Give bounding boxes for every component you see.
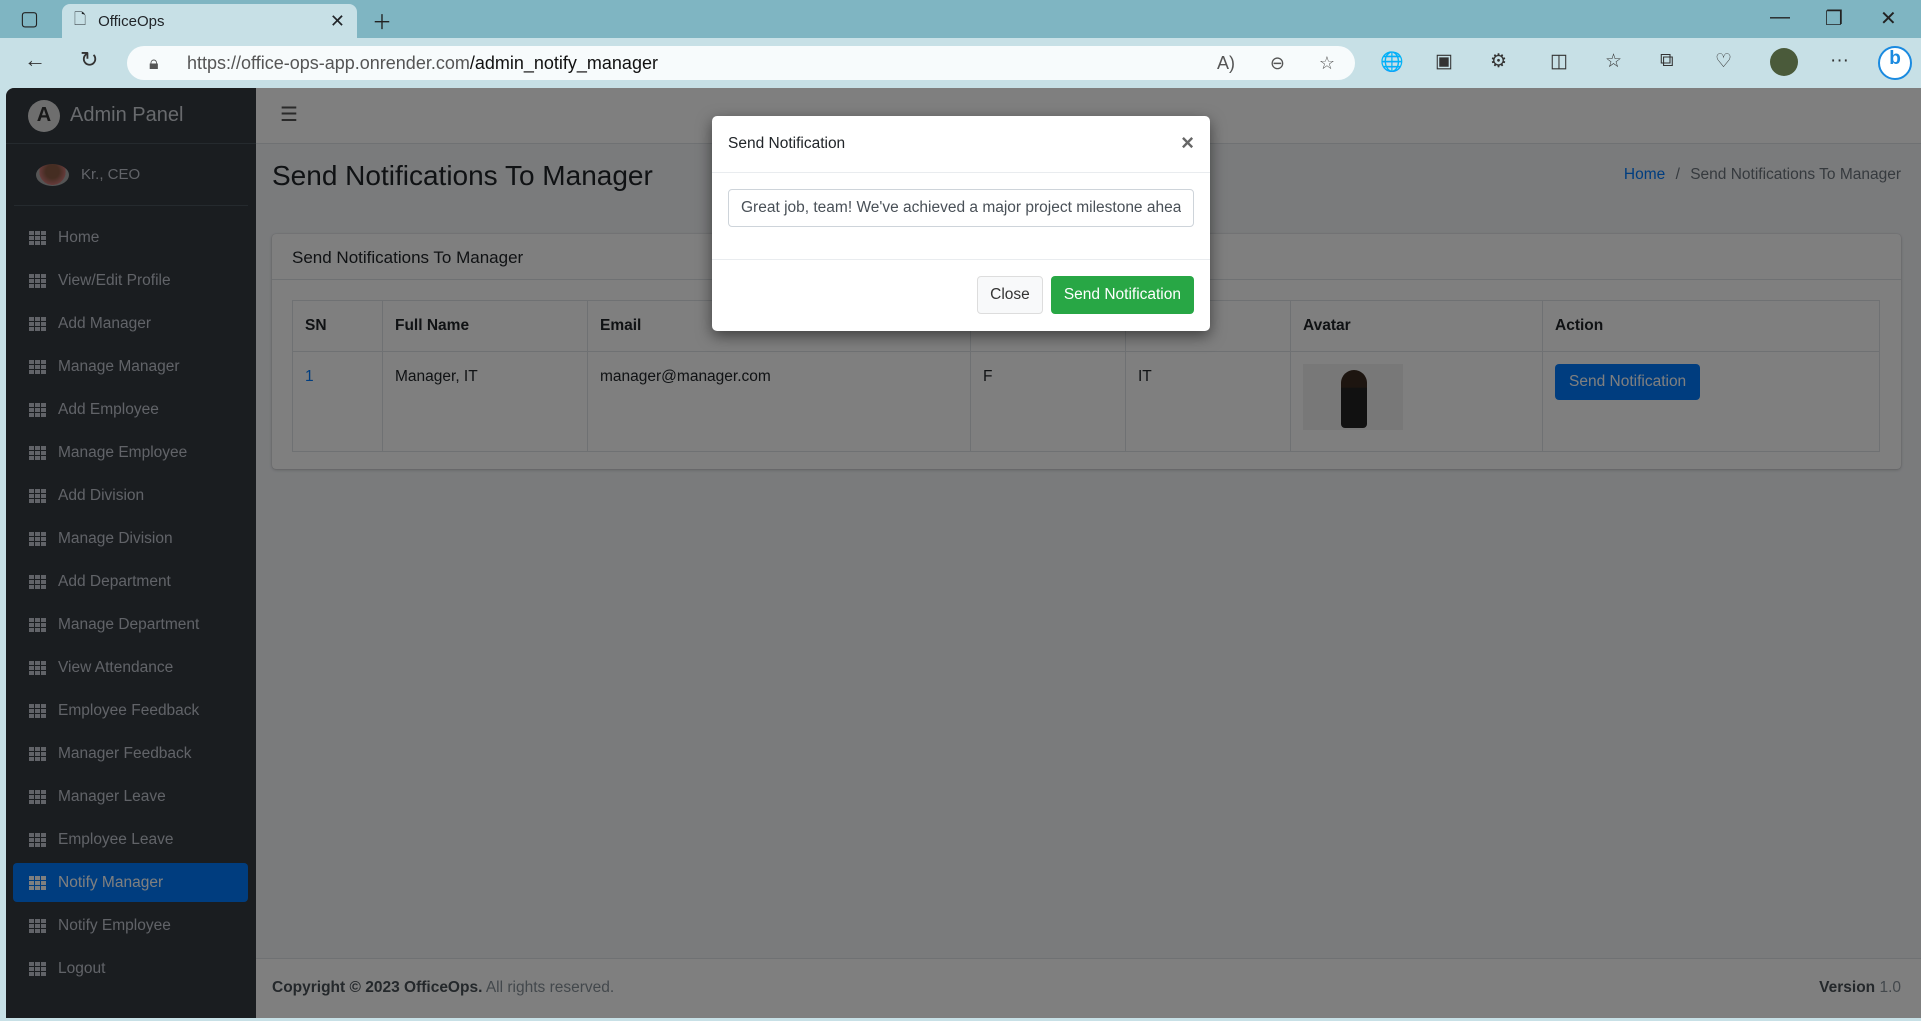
send-notification-button[interactable]: Send Notification <box>1050 276 1194 314</box>
browser-health-icon[interactable]: ♡ <box>1715 50 1732 73</box>
split-screen-icon[interactable]: ◫ <box>1550 50 1568 73</box>
notification-message-input[interactable] <box>728 189 1194 227</box>
minimize-icon[interactable]: — <box>1770 6 1790 29</box>
restore-icon[interactable]: ❐ <box>1825 6 1843 31</box>
refresh-icon[interactable]: ↻ <box>80 47 98 73</box>
new-tab-icon[interactable]: ＋ <box>372 6 392 35</box>
close-tab-icon[interactable]: ✕ <box>330 11 345 32</box>
tab-title: OfficeOps <box>98 12 165 30</box>
favorite-star-icon[interactable]: ☆ <box>1319 53 1335 74</box>
app-page: AAdmin Panel Kr., CEO HomeView/Edit Prof… <box>6 88 1921 1018</box>
bing-icon[interactable]: b <box>1878 46 1912 80</box>
collections-icon[interactable]: ⧉ <box>1660 50 1674 72</box>
favorites-icon[interactable]: ☆ <box>1605 50 1622 73</box>
extension-download-icon[interactable]: 🌐 <box>1380 50 1404 74</box>
back-icon[interactable]: ← <box>24 47 46 73</box>
profile-avatar[interactable] <box>1770 48 1798 76</box>
browser-tab[interactable]: 🗋 OfficeOps ✕ <box>62 4 357 38</box>
read-aloud-icon[interactable]: A) <box>1217 53 1235 74</box>
page-icon: 🗋 <box>74 10 87 28</box>
extensions-icon[interactable]: ⚙ <box>1490 50 1507 73</box>
close-icon[interactable]: × <box>1181 130 1194 156</box>
url-path: /admin_notify_manager <box>469 52 658 73</box>
tab-actions-icon[interactable]: ▢ <box>20 6 39 31</box>
modal-title: Send Notification <box>728 135 846 152</box>
close-window-icon[interactable]: ✕ <box>1880 6 1897 31</box>
lock-icon: 🔒︎ <box>149 52 159 73</box>
browser-tab-bar: ▢ 🗋 OfficeOps ✕ ＋ — ❐ ✕ <box>0 0 1921 38</box>
close-button[interactable]: Close <box>977 276 1043 314</box>
more-icon[interactable]: ··· <box>1830 50 1849 72</box>
picture-in-picture-icon[interactable]: ▣ <box>1435 50 1453 73</box>
url-input[interactable]: 🔒︎ https://office-ops-app.onrender.com/a… <box>127 46 1355 80</box>
zoom-out-icon[interactable]: ⊖ <box>1270 53 1285 74</box>
url-host: https://office-ops-app.onrender.com <box>187 52 470 73</box>
address-bar-row: ← ↻ 🔒︎ https://office-ops-app.onrender.c… <box>0 38 1921 88</box>
send-notification-modal: Send Notification× CloseSend Notificatio… <box>712 116 1210 331</box>
